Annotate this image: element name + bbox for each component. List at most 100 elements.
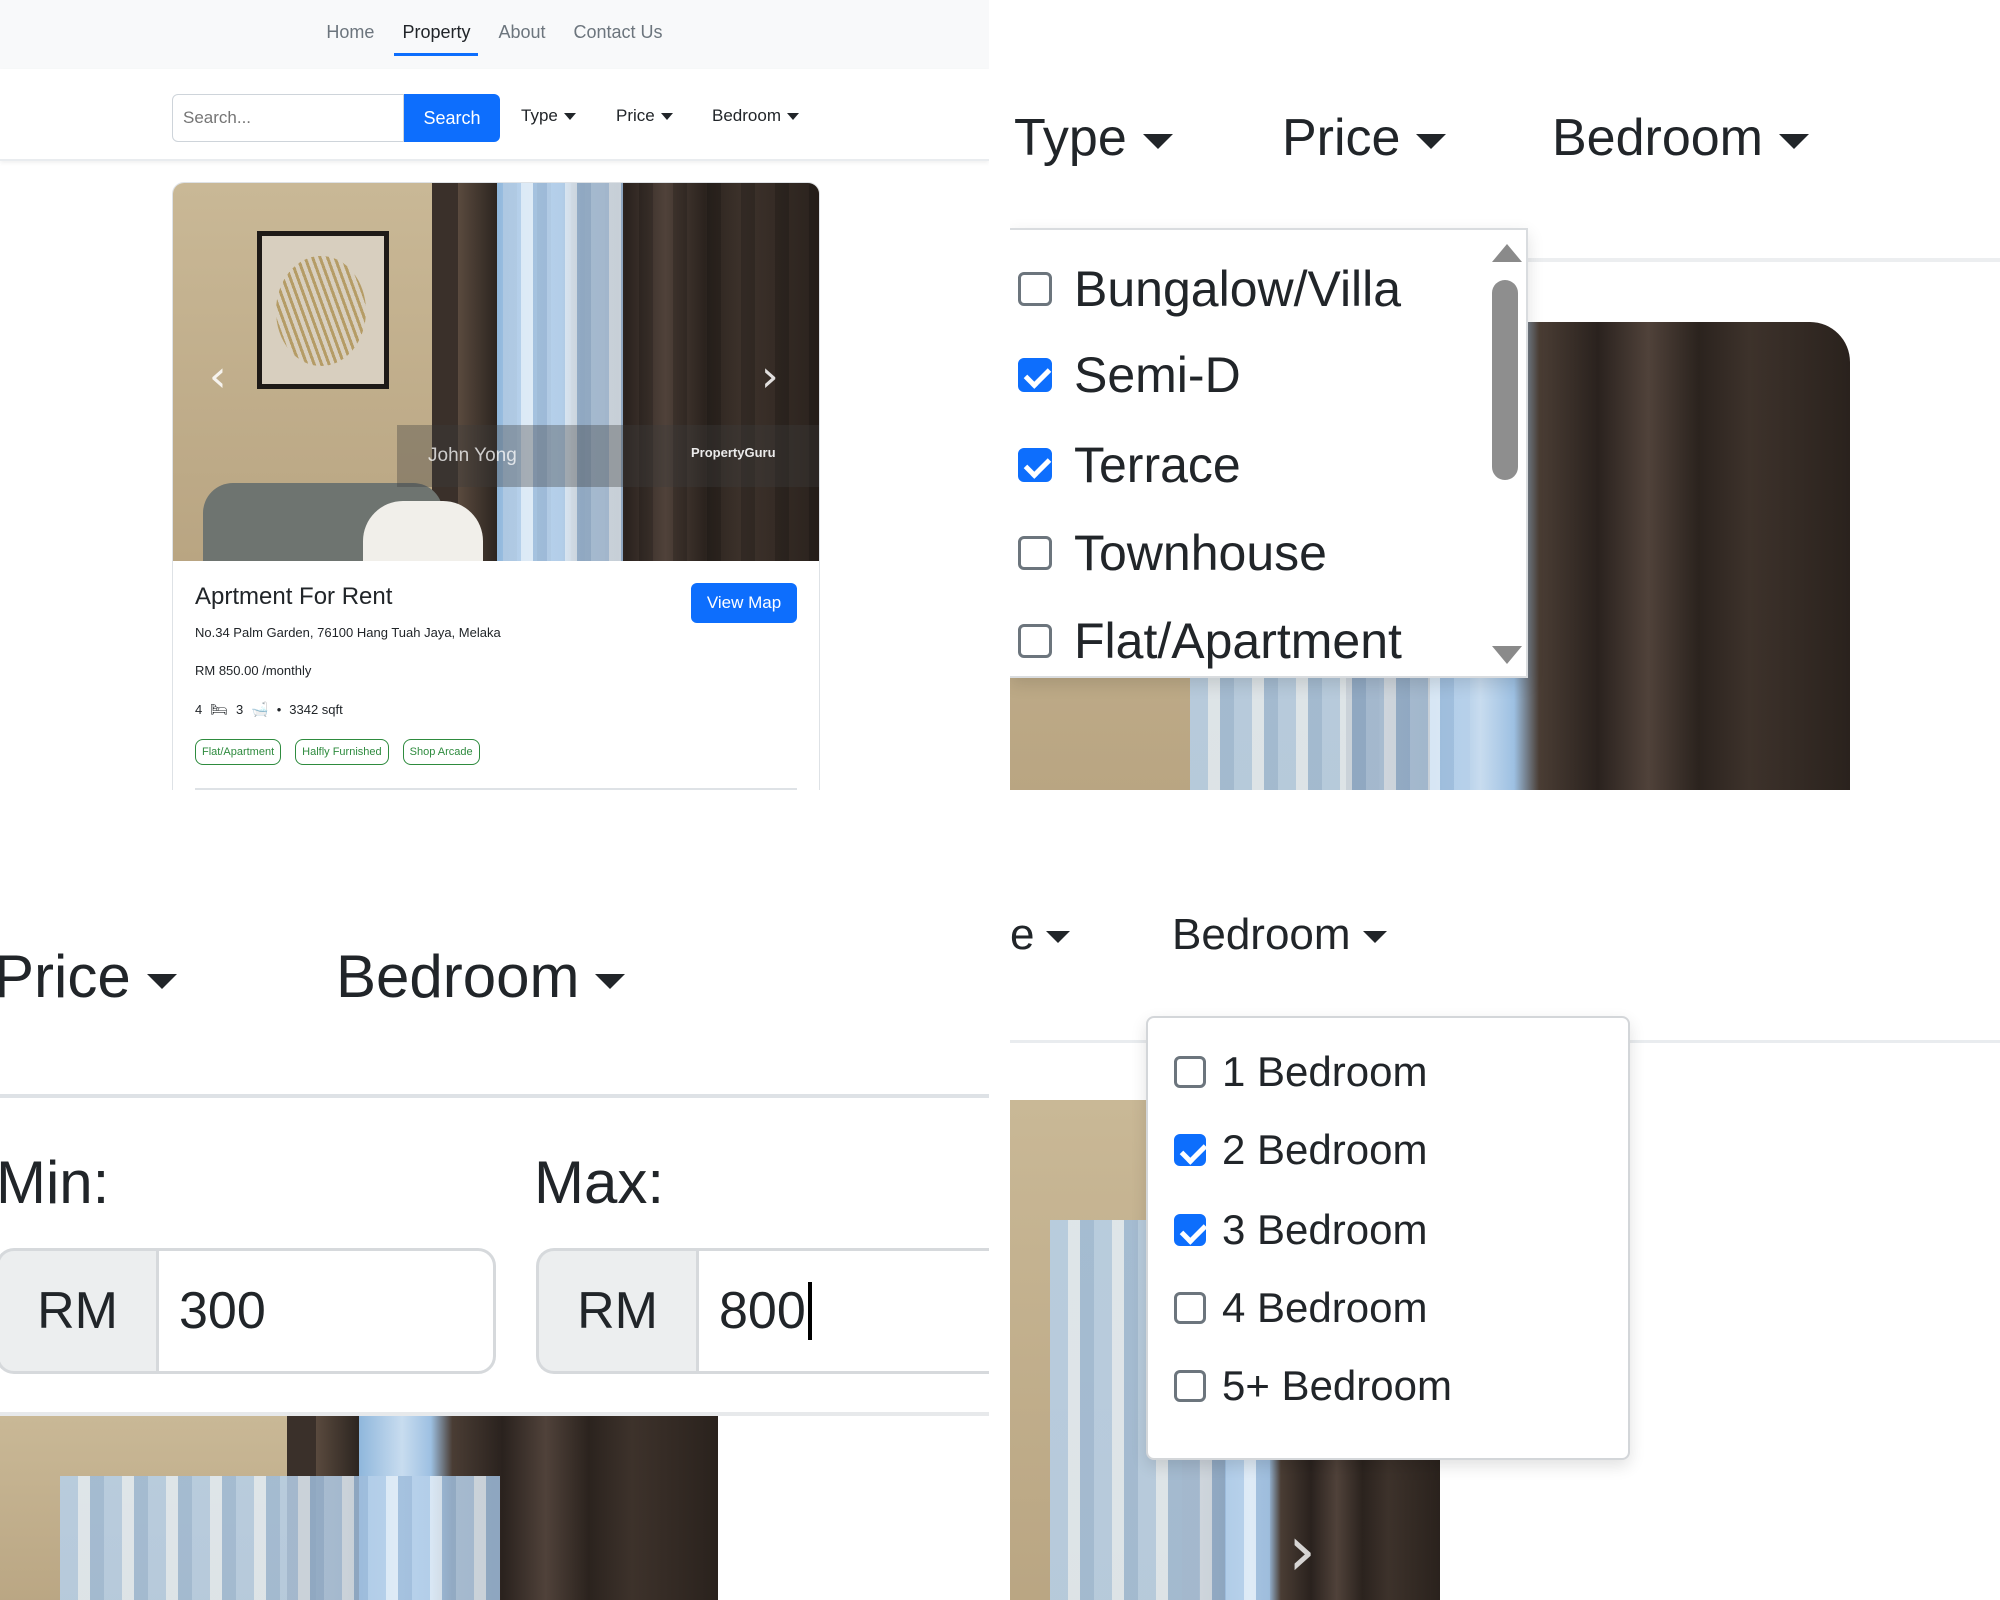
scroll-down-icon[interactable]	[1492, 646, 1522, 664]
caret-down-icon	[660, 113, 673, 121]
caret-down-icon	[1362, 931, 1387, 944]
bedroom-dropdown[interactable]: Bedroom	[712, 106, 799, 126]
price-dropdown[interactable]: e	[1010, 910, 1071, 960]
checkbox[interactable]	[1174, 1370, 1206, 1402]
carousel-prev-icon[interactable]: ‹	[209, 351, 227, 402]
type-option[interactable]: Terrace	[1018, 436, 1241, 494]
type-dropdown-label: Type	[1014, 109, 1127, 167]
type-dropdown-label: Type	[521, 106, 558, 125]
scrollbar-thumb[interactable]	[1492, 280, 1518, 480]
bedroom-option[interactable]: 2 Bedroom	[1174, 1126, 1427, 1174]
checkbox[interactable]	[1018, 536, 1052, 570]
nav-about[interactable]: About	[498, 22, 545, 56]
currency-prefix: RM	[536, 1248, 696, 1374]
bedroom-option[interactable]: 5+ Bedroom	[1174, 1362, 1452, 1410]
carousel-next-icon[interactable]: ›	[761, 351, 779, 402]
bedroom-option[interactable]: 4 Bedroom	[1174, 1284, 1427, 1332]
tag-badge: Flat/Apartment	[195, 739, 282, 765]
property-photo: John Yong PropertyGuru ‹ ›	[173, 183, 819, 561]
tag-list: Flat/Apartment Halfly Furnished Shop Arc…	[195, 739, 480, 765]
property-card: John Yong PropertyGuru ‹ › Aprtment For …	[172, 182, 820, 790]
search-button[interactable]: Search	[404, 94, 500, 142]
bedroom-dropdown[interactable]: Bedroom	[1552, 108, 1809, 168]
bedroom-dropdown[interactable]: Bedroom	[1172, 910, 1387, 960]
option-label: Semi-D	[1074, 347, 1241, 403]
bedroom-count: 4	[195, 702, 203, 717]
max-price-group: RM 800	[536, 1248, 989, 1374]
bedroom-option[interactable]: 3 Bedroom	[1174, 1206, 1427, 1254]
option-label: Flat/Apartment	[1074, 613, 1402, 669]
view-map-button[interactable]: View Map	[691, 583, 797, 623]
bedroom-dropdown-label: Bedroom	[712, 106, 781, 125]
option-label: 5+ Bedroom	[1222, 1362, 1452, 1409]
type-dropdown[interactable]: Type	[1014, 108, 1173, 168]
type-option[interactable]: Semi-D	[1018, 346, 1241, 404]
caret-down-icon	[1142, 133, 1173, 149]
nav-home[interactable]: Home	[326, 22, 374, 56]
price-range-zoom-panel: Price Bedroom Min: Max: RM 300 RM 800	[0, 810, 989, 1600]
price-dropdown-label: Price	[1282, 109, 1401, 167]
min-price-value: 300	[179, 1282, 266, 1340]
type-option[interactable]: Flat/Apartment	[1018, 612, 1402, 670]
checkbox[interactable]	[1018, 624, 1052, 658]
search-input[interactable]	[172, 94, 404, 142]
option-label: Bungalow/Villa	[1074, 261, 1402, 317]
max-price-input[interactable]: 800	[696, 1248, 989, 1374]
min-label: Min:	[0, 1149, 110, 1216]
bathroom-count: 3	[236, 702, 244, 717]
bath-icon: 🛁	[251, 701, 269, 717]
area-size: 3342 sqft	[289, 702, 343, 717]
price-dropdown[interactable]: Price	[1282, 108, 1447, 168]
min-price-group: RM 300	[0, 1248, 496, 1374]
property-photo	[0, 1416, 718, 1600]
checkbox[interactable]	[1174, 1056, 1206, 1088]
bedroom-dropdown-label: Bedroom	[336, 943, 580, 1010]
card-specs: 4 🛏 3 🛁 • 3342 sqft	[195, 701, 343, 718]
type-dropdown[interactable]: Type	[521, 106, 576, 126]
carousel-next-icon[interactable]: ›	[1288, 1510, 1316, 1592]
type-option[interactable]: Townhouse	[1018, 524, 1327, 582]
checkbox[interactable]	[1018, 272, 1052, 306]
tag-badge: Shop Arcade	[402, 739, 480, 765]
type-option[interactable]: Bungalow/Villa	[1018, 260, 1401, 318]
max-price-value: 800	[719, 1282, 806, 1340]
nav-property[interactable]: Property	[394, 22, 479, 56]
tag-badge: Halfly Furnished	[295, 739, 389, 765]
option-label: Townhouse	[1074, 525, 1327, 581]
bedroom-option[interactable]: 1 Bedroom	[1174, 1048, 1427, 1096]
pillow	[363, 501, 483, 561]
checkbox[interactable]	[1018, 448, 1052, 482]
option-label: 4 Bedroom	[1222, 1284, 1428, 1331]
nav-contact[interactable]: Contact Us	[574, 22, 663, 56]
checkbox[interactable]	[1174, 1292, 1206, 1324]
divider	[195, 788, 797, 790]
price-dropdown[interactable]: Price	[0, 942, 177, 1011]
scroll-up-icon[interactable]	[1492, 244, 1522, 262]
checkbox[interactable]	[1174, 1134, 1206, 1166]
divider	[0, 1094, 989, 1098]
listing-page-panel: Home Property About Contact Us Search Ty…	[0, 0, 989, 790]
caret-down-icon	[786, 113, 799, 121]
card-price: RM 850.00 /monthly	[195, 663, 312, 678]
option-label: 2 Bedroom	[1222, 1126, 1428, 1173]
min-price-input[interactable]: 300	[156, 1248, 496, 1374]
watermark-name: John Yong	[428, 445, 517, 466]
card-address: No.34 Palm Garden, 76100 Hang Tuah Jaya,…	[195, 625, 501, 640]
checkbox[interactable]	[1174, 1214, 1206, 1246]
bedroom-menu-zoom-panel: e Bedroom › 1 Bedroom 2 Bedroom 3 Bedroo…	[1010, 810, 2000, 1600]
max-label: Max:	[534, 1149, 665, 1216]
bullet-separator: •	[276, 702, 282, 717]
currency-prefix: RM	[0, 1248, 156, 1374]
bed-icon: 🛏	[210, 701, 229, 717]
checkbox[interactable]	[1018, 358, 1052, 392]
scrollbar[interactable]	[1490, 244, 1522, 664]
bedroom-dropdown-menu: 1 Bedroom 2 Bedroom 3 Bedroom 4 Bedroom …	[1146, 1016, 1630, 1460]
watermark-logo: PropertyGuru	[691, 445, 776, 460]
text-cursor	[807, 1282, 812, 1340]
bedroom-dropdown[interactable]: Bedroom	[336, 942, 626, 1011]
caret-down-icon	[146, 973, 177, 989]
price-dropdown[interactable]: Price	[616, 106, 673, 126]
wall-art	[257, 231, 389, 389]
type-dropdown-menu: Bungalow/Villa Semi-D Terrace Townhouse …	[1010, 228, 1528, 678]
window-sheer	[503, 183, 623, 561]
